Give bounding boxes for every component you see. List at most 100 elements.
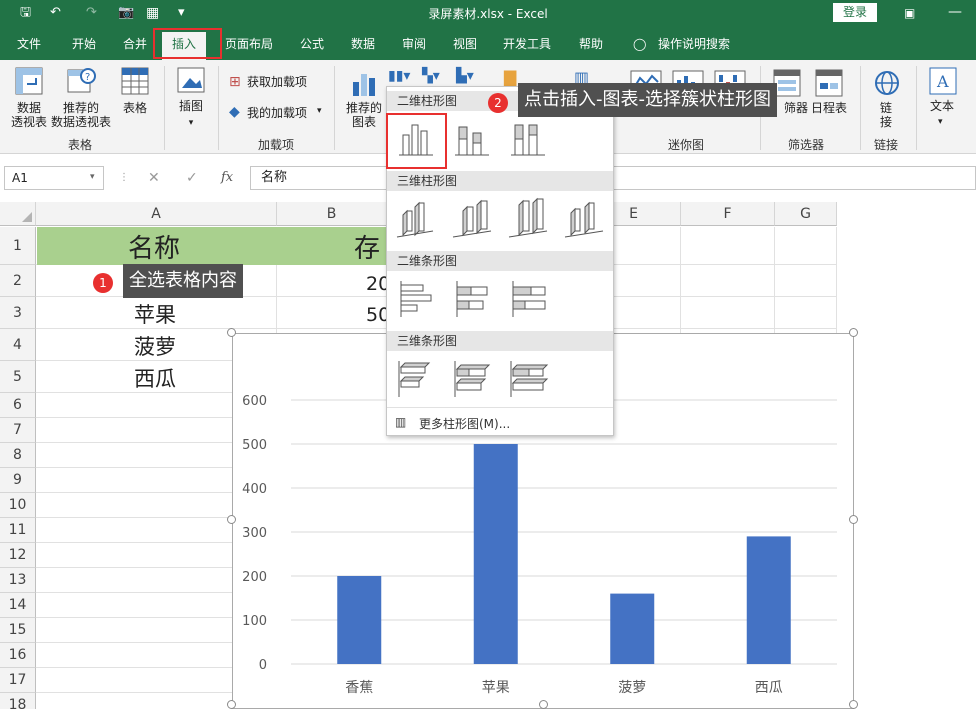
column-header-b[interactable]: B [277, 202, 387, 226]
tab-page-layout[interactable]: 页面布局 [225, 37, 273, 51]
3d-percent-stacked-bar-option[interactable] [505, 357, 551, 401]
3d-column-option[interactable] [561, 197, 607, 241]
stacked-column-option[interactable] [449, 117, 495, 161]
row-header-4[interactable]: 4 [0, 329, 36, 361]
3d-stacked-bar-option[interactable] [449, 357, 495, 401]
cell-b1[interactable]: 存 [354, 235, 380, 263]
chart-resize-handle[interactable] [849, 700, 858, 709]
tab-developer[interactable]: 开发工具 [503, 37, 551, 51]
column-chart-dropdown-icon[interactable]: ▮▮▾ [388, 68, 410, 84]
cell-a4[interactable]: 菠萝 [134, 335, 176, 359]
chart-resize-handle[interactable] [849, 515, 858, 524]
tab-merge[interactable]: 合并 [123, 37, 147, 51]
tab-review[interactable]: 审阅 [402, 37, 426, 51]
bar-1[interactable] [473, 444, 518, 664]
grid-cell[interactable] [681, 297, 775, 329]
3d-clustered-column-option[interactable] [393, 197, 439, 241]
get-addins-button[interactable]: 获取加载项 [247, 75, 307, 89]
row-header-6[interactable]: 6 [0, 393, 36, 418]
my-addins-button[interactable]: 我的加载项 [247, 106, 307, 120]
more-column-charts-link[interactable]: 更多柱形图(M)... [419, 415, 510, 432]
chart-resize-handle[interactable] [539, 700, 548, 709]
clustered-bar-option[interactable] [393, 277, 439, 321]
3d-percent-stacked-column-option[interactable] [505, 197, 551, 241]
column-header-f[interactable]: F [681, 202, 775, 226]
row-header-3[interactable]: 3 [0, 297, 36, 329]
grid-cell[interactable] [775, 227, 837, 265]
clustered-column-highlight [386, 113, 447, 169]
tab-formulas[interactable]: 公式 [300, 37, 324, 51]
timeline-button[interactable]: 日程表 [811, 101, 847, 115]
row-header-14[interactable]: 14 [0, 593, 36, 618]
tab-view[interactable]: 视图 [453, 37, 477, 51]
column-header-a[interactable]: A [36, 202, 277, 226]
stacked-bar-option[interactable] [449, 277, 495, 321]
my-addins-icon: ◆ [229, 104, 240, 120]
table-button[interactable]: 表格 [114, 101, 156, 115]
bar-0[interactable] [337, 576, 382, 664]
name-box[interactable]: A1 [4, 166, 104, 190]
bar-2[interactable] [610, 593, 655, 664]
text-button[interactable]: 文本 [930, 99, 954, 113]
tab-help[interactable]: 帮助 [579, 37, 603, 51]
pivot-table-button[interactable]: 数据 透视表 [8, 101, 50, 129]
chart-resize-handle[interactable] [227, 700, 236, 709]
tell-me-search[interactable]: 操作说明搜索 [658, 37, 730, 51]
row-header-18[interactable]: 18 [0, 693, 36, 709]
map-chart-icon[interactable]: ▇ [504, 68, 516, 87]
row-header-1[interactable]: 1 [0, 227, 36, 265]
cancel-icon[interactable]: ✕ [148, 170, 160, 186]
recommended-pivot-button[interactable]: 推荐的 数据透视表 [50, 101, 112, 129]
column-header-g[interactable]: G [775, 202, 837, 226]
select-all-corner[interactable] [0, 202, 36, 226]
illustrations-dropdown-icon[interactable]: ▾ [170, 116, 212, 130]
insert-function-icon[interactable]: fx [221, 170, 233, 185]
3d-stacked-column-option[interactable] [449, 197, 495, 241]
percent-stacked-column-option[interactable] [505, 117, 551, 161]
row-header-17[interactable]: 17 [0, 668, 36, 693]
slicer-button[interactable]: 筛器 [784, 101, 808, 115]
enter-icon[interactable]: ✓ [186, 170, 198, 186]
group-label-links: 链接 [874, 138, 899, 152]
group-separator [860, 66, 861, 150]
grid-cell[interactable] [775, 297, 837, 329]
row-header-16[interactable]: 16 [0, 643, 36, 668]
row-header-7[interactable]: 7 [0, 418, 36, 443]
chart-resize-handle[interactable] [227, 328, 236, 337]
row-header-11[interactable]: 11 [0, 518, 36, 543]
hierarchy-chart-icon[interactable]: ▚▾ [422, 68, 440, 84]
chart-resize-handle[interactable] [227, 515, 236, 524]
cell-a1[interactable]: 名称 [128, 235, 180, 263]
cell-a5[interactable]: 西瓜 [134, 367, 176, 391]
login-button[interactable]: 登录 [833, 3, 877, 22]
link-button[interactable]: 链 接 [880, 101, 892, 129]
illustrations-button[interactable]: 插图 [170, 99, 212, 113]
grid-cell[interactable] [681, 265, 775, 297]
row-header-8[interactable]: 8 [0, 443, 36, 468]
bar-3[interactable] [746, 536, 791, 664]
recommended-charts-button[interactable]: 推荐的 图表 [340, 101, 388, 129]
row-header-5[interactable]: 5 [0, 361, 36, 393]
ribbon-display-icon[interactable]: ▣ [904, 4, 915, 22]
3d-clustered-bar-option[interactable] [393, 357, 439, 401]
grid-cell[interactable] [775, 265, 837, 297]
name-box-dropdown-icon[interactable]: ▾ [90, 172, 95, 182]
text-dropdown-icon[interactable]: ▾ [938, 115, 943, 129]
row-header-10[interactable]: 10 [0, 493, 36, 518]
tab-home[interactable]: 开始 [72, 37, 96, 51]
row-header-13[interactable]: 13 [0, 568, 36, 593]
row-header-12[interactable]: 12 [0, 543, 36, 568]
row-header-2[interactable]: 2 [0, 265, 36, 297]
waterfall-chart-icon[interactable]: ▙▾ [456, 68, 474, 84]
chart-resize-handle[interactable] [849, 328, 858, 337]
row-header-15[interactable]: 15 [0, 618, 36, 643]
minimize-icon[interactable]: — [948, 3, 962, 21]
my-addins-dropdown-icon[interactable]: ▾ [317, 106, 322, 116]
tab-data[interactable]: 数据 [351, 37, 375, 51]
tab-file[interactable]: 文件 [17, 37, 41, 51]
row-header-9[interactable]: 9 [0, 468, 36, 493]
cell-a3[interactable]: 苹果 [134, 303, 176, 327]
grid-cell[interactable] [681, 227, 775, 265]
name-box-value: A1 [12, 171, 28, 185]
percent-stacked-bar-option[interactable] [505, 277, 551, 321]
